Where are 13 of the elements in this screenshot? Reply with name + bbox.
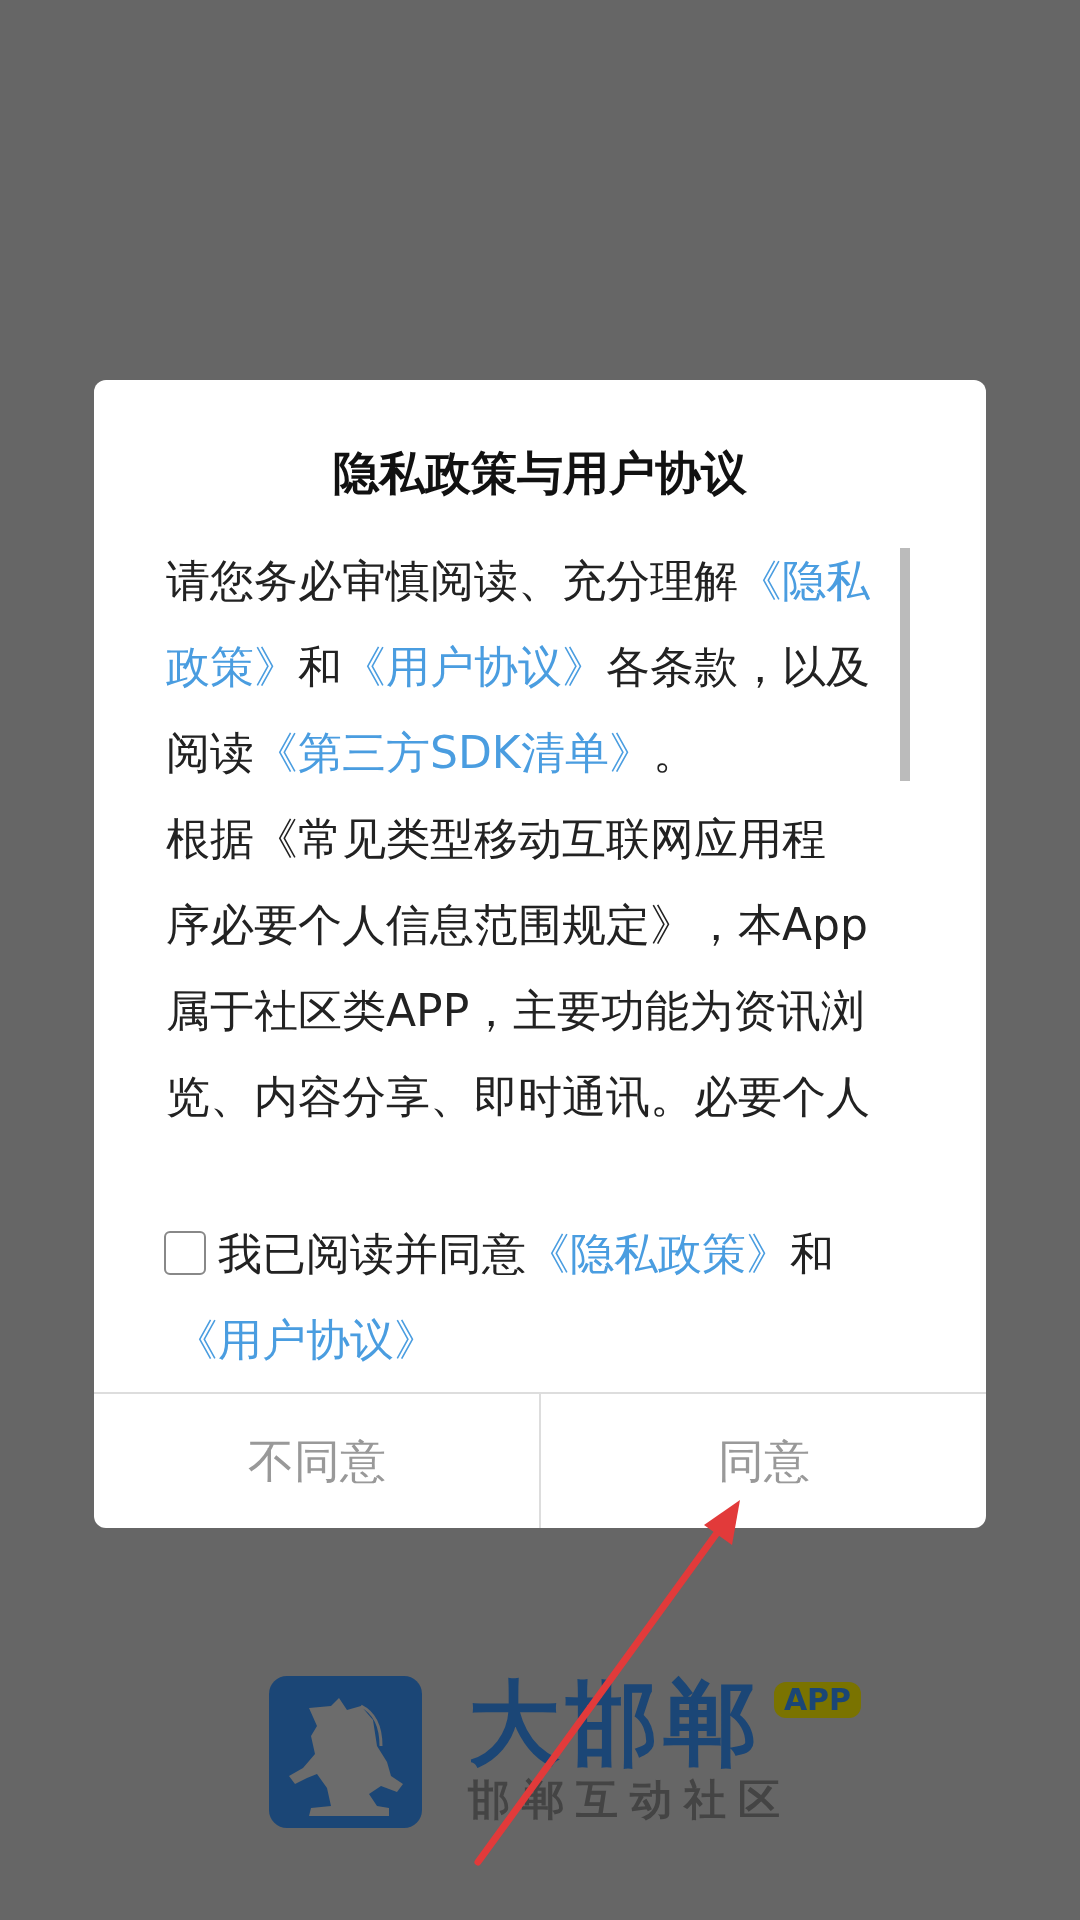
app-badge: APP	[773, 1682, 862, 1718]
horse-rider-logo-icon	[268, 1676, 422, 1828]
policy-link[interactable]: 《第三方SDK清单》	[254, 727, 653, 778]
policy-link[interactable]: 《用户协议》	[342, 641, 606, 692]
policy-link[interactable]: 《隐私	[738, 555, 870, 606]
policy-link[interactable]: 《用户协议》	[174, 1314, 438, 1365]
agree-checkbox[interactable]	[164, 1231, 206, 1275]
scrollbar[interactable]	[900, 548, 910, 781]
policy-link[interactable]: 政策》	[166, 641, 298, 692]
policy-link[interactable]: 《隐私政策》	[526, 1228, 790, 1279]
policy-paragraph: 根据《常见类型移动互联网应用程 序必要个人信息范围规定》，本App 属于社区类APP，主要功能为资讯浏 览、内容分享、即时通讯。必要个人	[166, 812, 871, 1124]
disagree-button[interactable]: 不同意	[94, 1394, 539, 1528]
dialog-title: 隐私政策与用户协议	[332, 445, 748, 502]
